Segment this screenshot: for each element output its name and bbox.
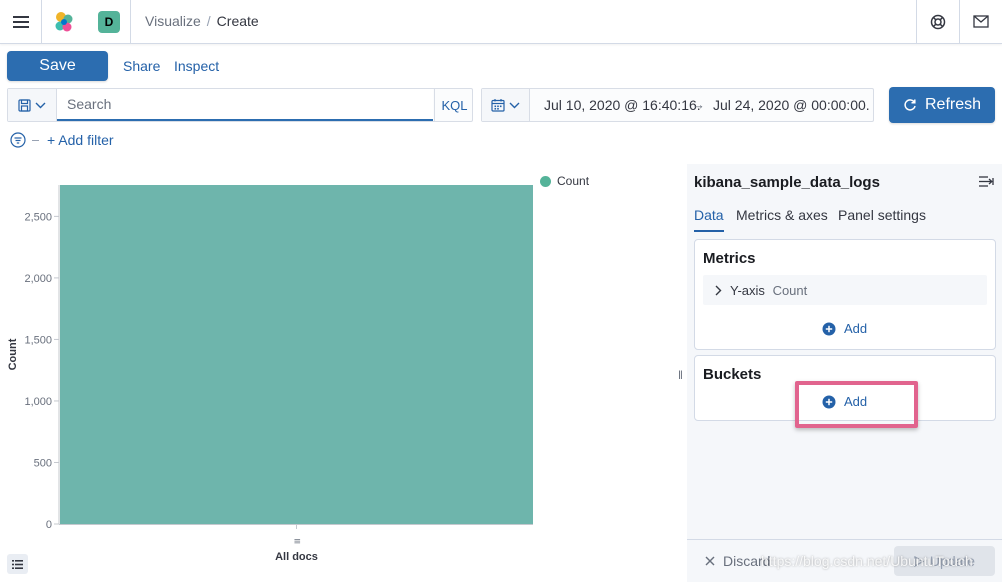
date-range-arrow: → bbox=[692, 97, 705, 112]
buckets-title: Buckets bbox=[703, 366, 762, 383]
metrics-panel: Metrics Y-axis Count Add bbox=[694, 239, 996, 350]
y-tick-label: 2,500 bbox=[24, 211, 52, 223]
metric-aggregation: Count bbox=[772, 282, 808, 298]
filter-options-icon[interactable] bbox=[10, 132, 26, 148]
add-filter-button[interactable]: + Add filter bbox=[47, 132, 114, 148]
chevron-right-icon[interactable] bbox=[715, 285, 722, 296]
bar-chart: 0 500 1,000 1,500 2,000 2,500 ≡ All docs Count bbox=[7, 185, 533, 563]
plus-circle-icon bbox=[822, 322, 836, 335]
start-date[interactable]: Jul 10, 2020 @ 16:40:16. bbox=[544, 97, 701, 113]
share-link[interactable]: Share bbox=[123, 58, 160, 74]
legend-toggle-button[interactable] bbox=[7, 554, 28, 574]
tab-panel-settings[interactable]: Panel settings bbox=[838, 207, 926, 230]
filter-bar: + Add filter bbox=[10, 132, 114, 148]
save-button[interactable]: Save bbox=[7, 51, 108, 81]
breadcrumb-separator: / bbox=[206, 13, 211, 29]
editor-tabs: Data Metrics & axes Panel settings bbox=[687, 206, 1002, 232]
list-icon bbox=[12, 559, 23, 569]
hamburger-icon bbox=[12, 15, 29, 28]
chevron-down-icon bbox=[509, 102, 520, 108]
chart-bar[interactable] bbox=[60, 185, 533, 524]
chart-legend: Count bbox=[540, 174, 589, 188]
help-lifebuoy-icon bbox=[930, 14, 946, 29]
refresh-button[interactable]: Refresh bbox=[889, 87, 995, 123]
refresh-label: Refresh bbox=[924, 96, 982, 113]
metric-y-axis-row[interactable]: Y-axis Count bbox=[703, 275, 987, 305]
elastic-logo-icon[interactable] bbox=[52, 10, 76, 34]
newsfeed-button[interactable] bbox=[959, 0, 1002, 43]
add-metric-label: Add bbox=[844, 321, 868, 336]
help-button[interactable] bbox=[916, 0, 959, 43]
metrics-title: Metrics bbox=[703, 250, 756, 267]
saved-query-button[interactable] bbox=[8, 89, 57, 121]
editor-sidebar: kibana_sample_data_logs Data Metrics & a… bbox=[687, 164, 1002, 582]
plus-circle-icon bbox=[822, 395, 836, 408]
refresh-icon bbox=[904, 99, 916, 111]
date-picker: Jul 10, 2020 @ 16:40:16. → Jul 24, 2020 … bbox=[481, 88, 874, 122]
y-tick-label: 1,000 bbox=[24, 396, 52, 408]
filter-divider bbox=[32, 139, 39, 141]
collapse-sidebar-icon[interactable] bbox=[979, 176, 994, 187]
inspect-link[interactable]: Inspect bbox=[174, 58, 219, 74]
tab-metrics-axes[interactable]: Metrics & axes bbox=[736, 207, 828, 230]
mail-icon bbox=[973, 15, 989, 28]
calendar-icon bbox=[491, 99, 505, 112]
space-avatar: D bbox=[98, 10, 120, 33]
search-input[interactable] bbox=[57, 89, 433, 121]
y-tick-label: 0 bbox=[46, 519, 52, 531]
metric-label: Y-axis bbox=[730, 282, 765, 298]
tab-data[interactable]: Data bbox=[694, 207, 724, 232]
panel-resize-handle[interactable]: ‖ bbox=[678, 368, 683, 382]
top-header: D Visualize / Create bbox=[0, 0, 1002, 44]
add-bucket-button[interactable]: Add bbox=[822, 394, 867, 409]
breadcrumb-visualize[interactable]: Visualize bbox=[145, 13, 201, 29]
save-disk-icon bbox=[18, 98, 31, 112]
breadcrumb: Visualize / Create bbox=[145, 13, 259, 29]
index-pattern-title: kibana_sample_data_logs bbox=[694, 174, 880, 191]
breadcrumb-create: Create bbox=[216, 13, 259, 29]
y-tick-label: 500 bbox=[34, 457, 52, 469]
space-selector[interactable]: D bbox=[88, 0, 131, 43]
watermark: https://blog.csdn.net/UbuntuTouch bbox=[761, 553, 973, 569]
quick-date-menu-button[interactable] bbox=[482, 89, 530, 121]
legend-item-count[interactable]: Count bbox=[557, 174, 589, 188]
add-metric-button[interactable]: Add bbox=[822, 321, 867, 336]
query-language-button[interactable]: KQL bbox=[434, 89, 474, 121]
y-tick-label: 2,000 bbox=[24, 273, 52, 285]
filter-on-value-icon: ≡ bbox=[294, 537, 302, 547]
query-bar: KQL bbox=[7, 88, 473, 122]
y-axis-title: Count bbox=[7, 338, 19, 370]
close-icon bbox=[705, 556, 715, 566]
legend-swatch[interactable] bbox=[540, 175, 551, 187]
y-tick-label: 1,500 bbox=[24, 334, 52, 346]
buckets-panel: Buckets Add bbox=[694, 355, 996, 428]
chevron-down-icon bbox=[35, 102, 46, 108]
visualization-area: 0 500 1,000 1,500 2,000 2,500 ≡ All docs Count C… bbox=[0, 164, 676, 582]
menu-button[interactable] bbox=[0, 0, 42, 43]
end-date[interactable]: Jul 24, 2020 @ 00:00:00. bbox=[713, 97, 870, 113]
add-bucket-label: Add bbox=[844, 394, 868, 409]
x-tick-label: All docs bbox=[275, 551, 318, 563]
